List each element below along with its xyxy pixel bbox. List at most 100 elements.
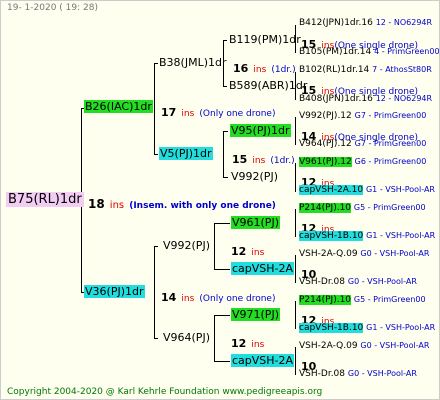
lower-ins-label: ins	[181, 294, 195, 304]
g4-r21-name: capVSH-1B.10	[299, 323, 364, 333]
upper-a-queen[interactable]: B38(JML)1dr	[159, 56, 227, 69]
g4-r4-name: B102(RL)1dr.14	[299, 65, 370, 75]
lower-b-ins-num: 12	[231, 337, 247, 350]
root-note: (Insem. with only one drone)	[129, 201, 276, 211]
connector-v964	[214, 315, 215, 362]
upper-a-note: (1dr.)	[271, 65, 296, 75]
gen3-v971[interactable]: V971(PJ)	[231, 308, 280, 321]
upper-b-queen[interactable]: V5(PJ)1dr	[159, 147, 213, 160]
g4-r15-name: capVSH-1B.10	[299, 231, 364, 241]
g4-r24[interactable]: VSH-Dr.08 G0 - VSH-Pool-AR	[299, 369, 417, 379]
g4-r13-name: P214(PJ).10	[299, 203, 352, 213]
footer-copyright: Copyright 2004-2020 @ Karl Kehrle Founda…	[7, 387, 323, 397]
g4-r18-tail: G0 - VSH-Pool-AR	[347, 277, 417, 286]
g4-r6[interactable]: B408(JPN)1dr.16 12 - NO6294R	[299, 94, 432, 104]
upper-a-ins-label: ins	[253, 65, 267, 75]
g4-r3-name: B105(PM)1dr.14	[299, 47, 372, 57]
root-ins-label: ins	[109, 200, 125, 211]
g4-r12-name: capVSH-2A.10	[299, 185, 364, 195]
gen3-capvsh-2a-b[interactable]: capVSH-2A	[231, 354, 295, 367]
upper-queen[interactable]: B26(IAC)1dr	[84, 100, 153, 113]
g4-r10[interactable]: V961(PJ).12 G6 - PrimGreen00	[299, 157, 426, 167]
root-insem: 18 ins (Insem. with only one drone)	[88, 193, 276, 212]
g4-r6-name: B408(JPN)1dr.16	[299, 94, 373, 104]
g4-r4[interactable]: B102(RL)1dr.14 7 - AthosSt80R	[299, 65, 432, 75]
connector-v5	[223, 131, 224, 177]
connector-b38-top	[223, 40, 227, 41]
g4-r22-tail: G0 - VSH-Pool-AR	[360, 341, 430, 350]
g4-r7-name: V992(PJ).12	[299, 111, 352, 121]
g4-r6-tail: 12 - NO6294R	[375, 94, 433, 103]
upper-b-ins-num: 15	[232, 153, 248, 166]
g4-r12[interactable]: capVSH-2A.10 G1 - VSH-Pool-AR	[299, 185, 435, 195]
header-timestamp: 19- 1-2020 ( 19: 28)	[7, 3, 98, 13]
g4-r22-name: VSH-2A-Q.09	[299, 341, 358, 351]
connector-v964-bottom	[214, 361, 230, 362]
lower-a-queen[interactable]: V992(PJ)	[163, 239, 210, 252]
lower-b-insem: 12 ins	[231, 332, 264, 351]
g4-r7[interactable]: V992(PJ).12 G7 - PrimGreen00	[299, 111, 426, 121]
g4-r4-tail: 7 - AthosSt80R	[372, 65, 432, 74]
lower-ins-num: 14	[161, 291, 177, 304]
connector-v992	[214, 223, 215, 270]
g4-r16[interactable]: VSH-2A-Q.09 G0 - VSH-Pool-AR	[299, 249, 429, 259]
gen3-v95[interactable]: V95(PJ)1dr	[230, 124, 291, 137]
upper-a-ins-num: 16	[233, 62, 249, 75]
gen3-capvsh-2a[interactable]: capVSH-2A	[231, 262, 295, 275]
connector-v5-bottom	[223, 177, 228, 178]
g4-r13[interactable]: P214(PJ).10 G5 - PrimGreen00	[299, 203, 426, 213]
connector-upper-top	[154, 63, 158, 64]
pedigree-canvas: 19- 1-2020 ( 19: 28) B75(RL)1dr 18 ins (…	[0, 0, 440, 400]
g4-r10-tail: G6 - PrimGreen00	[354, 157, 427, 166]
connector-lower-top	[154, 246, 158, 247]
g4-r9[interactable]: V964(PJ).12 G7 - PrimGreen00	[299, 139, 426, 149]
g4-r3-tail: 4 - PrimGreen00	[374, 47, 440, 56]
lower-b-queen[interactable]: V964(PJ)	[163, 331, 210, 344]
connector-v5-top	[223, 131, 228, 132]
connector-r-c	[295, 117, 296, 145]
upper-note: (Only one drone)	[199, 109, 276, 119]
g4-r19[interactable]: P214(PJ).10 G5 - PrimGreen00	[299, 295, 426, 305]
connector-lower-bottom	[154, 338, 158, 339]
connector-lower	[154, 246, 155, 338]
connector-v992-top	[214, 223, 230, 224]
g4-r9-tail: G7 - PrimGreen00	[354, 139, 427, 148]
connector-r-g	[295, 301, 296, 329]
gen3-b119[interactable]: B119(PM)1dr	[229, 33, 301, 46]
upper-ins-num: 17	[161, 106, 177, 119]
connector-upper	[154, 63, 155, 155]
connector-b38-bottom	[223, 86, 227, 87]
connector-v964-top	[214, 315, 230, 316]
connector-v992-bottom	[214, 269, 230, 270]
lower-a-ins-label: ins	[251, 248, 265, 258]
g4-r15[interactable]: capVSH-1B.10 G1 - VSH-Pool-AR	[299, 231, 435, 241]
upper-ins-label: ins	[181, 109, 195, 119]
upper-a-insem: 16 ins (1dr.)	[233, 57, 296, 76]
root-queen[interactable]: B75(RL)1dr	[6, 192, 84, 207]
g4-r1[interactable]: B412(JPN)1dr.16 12 - NO6294R	[299, 18, 432, 28]
gen3-b589[interactable]: B589(ABR)1dr	[229, 79, 307, 92]
g4-r21-tail: G1 - VSH-Pool-AR	[366, 323, 436, 332]
lower-a-insem: 12 ins	[231, 240, 264, 259]
g4-r21[interactable]: capVSH-1B.10 G1 - VSH-Pool-AR	[299, 323, 435, 333]
lower-insem: 14 ins (Only one drone)	[161, 286, 275, 305]
g4-r1-tail: 12 - NO6294R	[375, 18, 433, 27]
g4-r16-tail: G0 - VSH-Pool-AR	[360, 249, 430, 258]
g4-r9-name: V964(PJ).12	[299, 139, 352, 149]
lower-queen[interactable]: V36(PJ)1dr	[84, 285, 145, 298]
gen3-v992[interactable]: V992(PJ)	[231, 170, 278, 183]
g4-r24-name: VSH-Dr.08	[299, 369, 346, 379]
connector-r-h	[295, 347, 296, 375]
g4-r18[interactable]: VSH-Dr.08 G0 - VSH-Pool-AR	[299, 277, 417, 287]
g4-r15-tail: G1 - VSH-Pool-AR	[366, 231, 436, 240]
g4-r1-name: B412(JPN)1dr.16	[299, 18, 373, 28]
lower-b-ins-label: ins	[251, 340, 265, 350]
upper-b-note: (1dr.)	[270, 156, 295, 166]
root-ins-num: 18	[88, 197, 105, 211]
upper-b-insem: 15 ins (1dr.)	[232, 148, 295, 167]
connector-r-f	[295, 255, 296, 283]
g4-r3[interactable]: B105(PM)1dr.14 4 - PrimGreen00	[299, 47, 440, 57]
g4-r22[interactable]: VSH-2A-Q.09 G0 - VSH-Pool-AR	[299, 341, 429, 351]
g4-r7-tail: G7 - PrimGreen00	[354, 111, 427, 120]
gen3-v961[interactable]: V961(PJ)	[231, 216, 280, 229]
